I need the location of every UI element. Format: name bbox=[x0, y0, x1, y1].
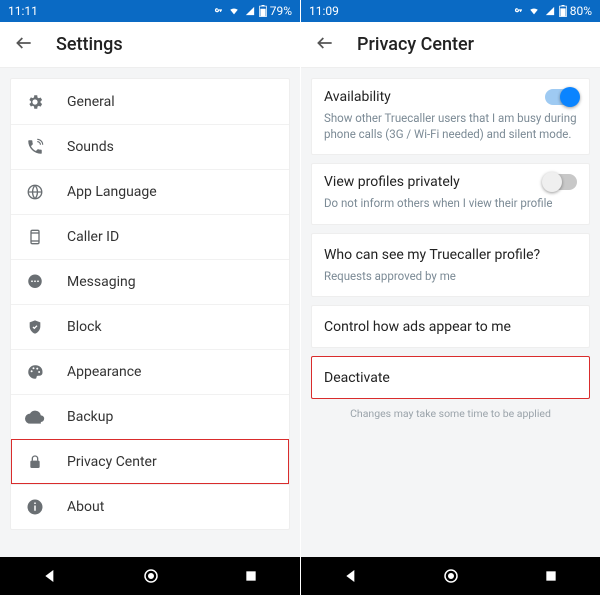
settings-item-caller-id[interactable]: Caller ID bbox=[11, 214, 289, 259]
cloud-icon bbox=[25, 410, 45, 424]
status-battery: 79% bbox=[270, 4, 292, 18]
back-icon[interactable] bbox=[14, 33, 34, 57]
lock-icon bbox=[25, 453, 45, 471]
section-desc: Requests approved by me bbox=[324, 269, 577, 285]
nav-back-icon[interactable] bbox=[343, 568, 359, 584]
settings-card: General Sounds App Language Caller ID Me… bbox=[10, 78, 290, 530]
vpn-key-icon bbox=[210, 6, 224, 16]
settings-item-sounds[interactable]: Sounds bbox=[11, 124, 289, 169]
section-desc: Show other Truecaller users that I am bu… bbox=[324, 111, 577, 142]
palette-icon bbox=[25, 363, 45, 381]
status-bar: 11:11 79% bbox=[0, 0, 300, 22]
settings-item-label: Sounds bbox=[67, 139, 114, 155]
settings-item-general[interactable]: General bbox=[11, 79, 289, 124]
section-availability[interactable]: Availability Show other Truecaller users… bbox=[311, 78, 590, 155]
nav-recent-icon[interactable] bbox=[544, 569, 558, 583]
status-icons: 80% bbox=[510, 4, 592, 18]
app-bar: Settings bbox=[0, 22, 300, 68]
phone-settings: 11:11 79% Settings General Sounds bbox=[0, 0, 300, 595]
footnote: Changes may take some time to be applied bbox=[311, 407, 590, 420]
battery-icon bbox=[559, 5, 567, 17]
section-deactivate[interactable]: Deactivate bbox=[311, 356, 590, 399]
section-view-privately[interactable]: View profiles privately Do not inform ot… bbox=[311, 163, 590, 225]
phone-privacy-center: 11:09 80% Privacy Center Availability Sh… bbox=[300, 0, 600, 595]
settings-item-label: Caller ID bbox=[67, 229, 119, 245]
settings-item-messaging[interactable]: Messaging bbox=[11, 259, 289, 304]
globe-icon bbox=[25, 183, 45, 201]
info-icon bbox=[25, 498, 45, 516]
settings-item-privacy-center[interactable]: Privacy Center bbox=[11, 439, 289, 484]
chat-icon bbox=[25, 273, 45, 291]
settings-item-block[interactable]: Block bbox=[11, 304, 289, 349]
section-title: Availability bbox=[324, 89, 391, 105]
settings-item-appearance[interactable]: Appearance bbox=[11, 349, 289, 394]
signal-icon bbox=[544, 6, 556, 16]
toggle-availability[interactable] bbox=[545, 89, 577, 105]
section-desc: Do not inform others when I view their p… bbox=[324, 196, 577, 212]
status-icons: 79% bbox=[210, 4, 292, 18]
shield-icon bbox=[25, 318, 45, 336]
section-title: Control how ads appear to me bbox=[324, 319, 511, 335]
back-icon[interactable] bbox=[315, 33, 335, 57]
gear-icon bbox=[25, 93, 45, 111]
nav-bar bbox=[0, 557, 300, 595]
settings-item-label: Backup bbox=[67, 409, 113, 425]
section-title: View profiles privately bbox=[324, 174, 460, 190]
nav-bar bbox=[301, 557, 600, 595]
signal-icon bbox=[244, 6, 256, 16]
nav-home-icon[interactable] bbox=[442, 567, 460, 585]
status-bar: 11:09 80% bbox=[301, 0, 600, 22]
phone-rect-icon bbox=[25, 228, 45, 246]
section-who-can-see[interactable]: Who can see my Truecaller profile? Reque… bbox=[311, 233, 590, 298]
status-time: 11:09 bbox=[309, 4, 339, 18]
settings-item-label: Messaging bbox=[67, 274, 136, 290]
section-title: Deactivate bbox=[324, 370, 390, 386]
privacy-content: Availability Show other Truecaller users… bbox=[301, 68, 600, 557]
app-bar: Privacy Center bbox=[301, 22, 600, 68]
wifi-icon bbox=[227, 6, 241, 16]
settings-item-backup[interactable]: Backup bbox=[11, 394, 289, 439]
settings-item-app-language[interactable]: App Language bbox=[11, 169, 289, 214]
settings-content: General Sounds App Language Caller ID Me… bbox=[0, 68, 300, 557]
nav-back-icon[interactable] bbox=[42, 568, 58, 584]
vpn-key-icon bbox=[510, 6, 524, 16]
nav-recent-icon[interactable] bbox=[244, 569, 258, 583]
section-title: Who can see my Truecaller profile? bbox=[324, 247, 540, 263]
wifi-icon bbox=[527, 6, 541, 16]
battery-icon bbox=[259, 5, 267, 17]
status-time: 11:11 bbox=[8, 4, 38, 18]
settings-item-label: About bbox=[67, 499, 104, 515]
settings-item-label: App Language bbox=[67, 184, 157, 200]
settings-item-label: Appearance bbox=[67, 364, 141, 380]
phone-sound-icon bbox=[25, 138, 45, 156]
status-battery: 80% bbox=[570, 4, 592, 18]
settings-item-label: General bbox=[67, 94, 115, 110]
settings-item-about[interactable]: About bbox=[11, 484, 289, 529]
page-title: Settings bbox=[56, 34, 123, 55]
toggle-view-privately[interactable] bbox=[545, 174, 577, 190]
settings-item-label: Block bbox=[67, 319, 102, 335]
section-ads[interactable]: Control how ads appear to me bbox=[311, 305, 590, 348]
page-title: Privacy Center bbox=[357, 34, 474, 55]
settings-item-label: Privacy Center bbox=[67, 454, 157, 470]
nav-home-icon[interactable] bbox=[142, 567, 160, 585]
